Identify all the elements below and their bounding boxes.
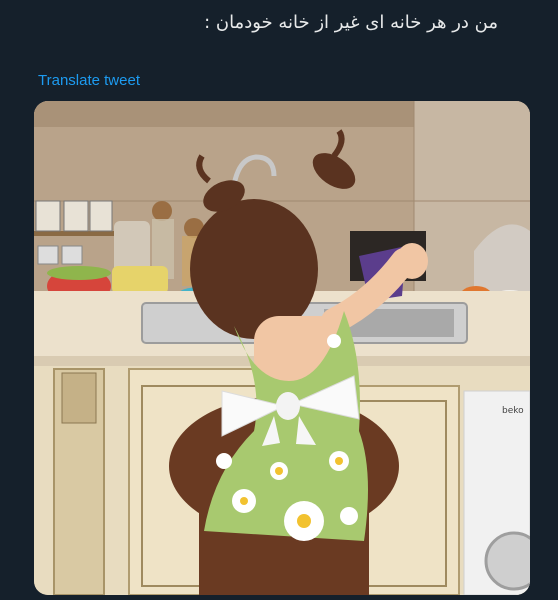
- tweet-media-photo[interactable]: beko: [34, 101, 530, 595]
- kitchen-photo: beko: [34, 101, 530, 595]
- translate-tweet-link[interactable]: Translate tweet: [38, 72, 140, 89]
- appliance-brand: beko: [502, 406, 524, 416]
- tweet-text: من در هر خانه ای غیر از خانه خودمان :: [204, 12, 498, 33]
